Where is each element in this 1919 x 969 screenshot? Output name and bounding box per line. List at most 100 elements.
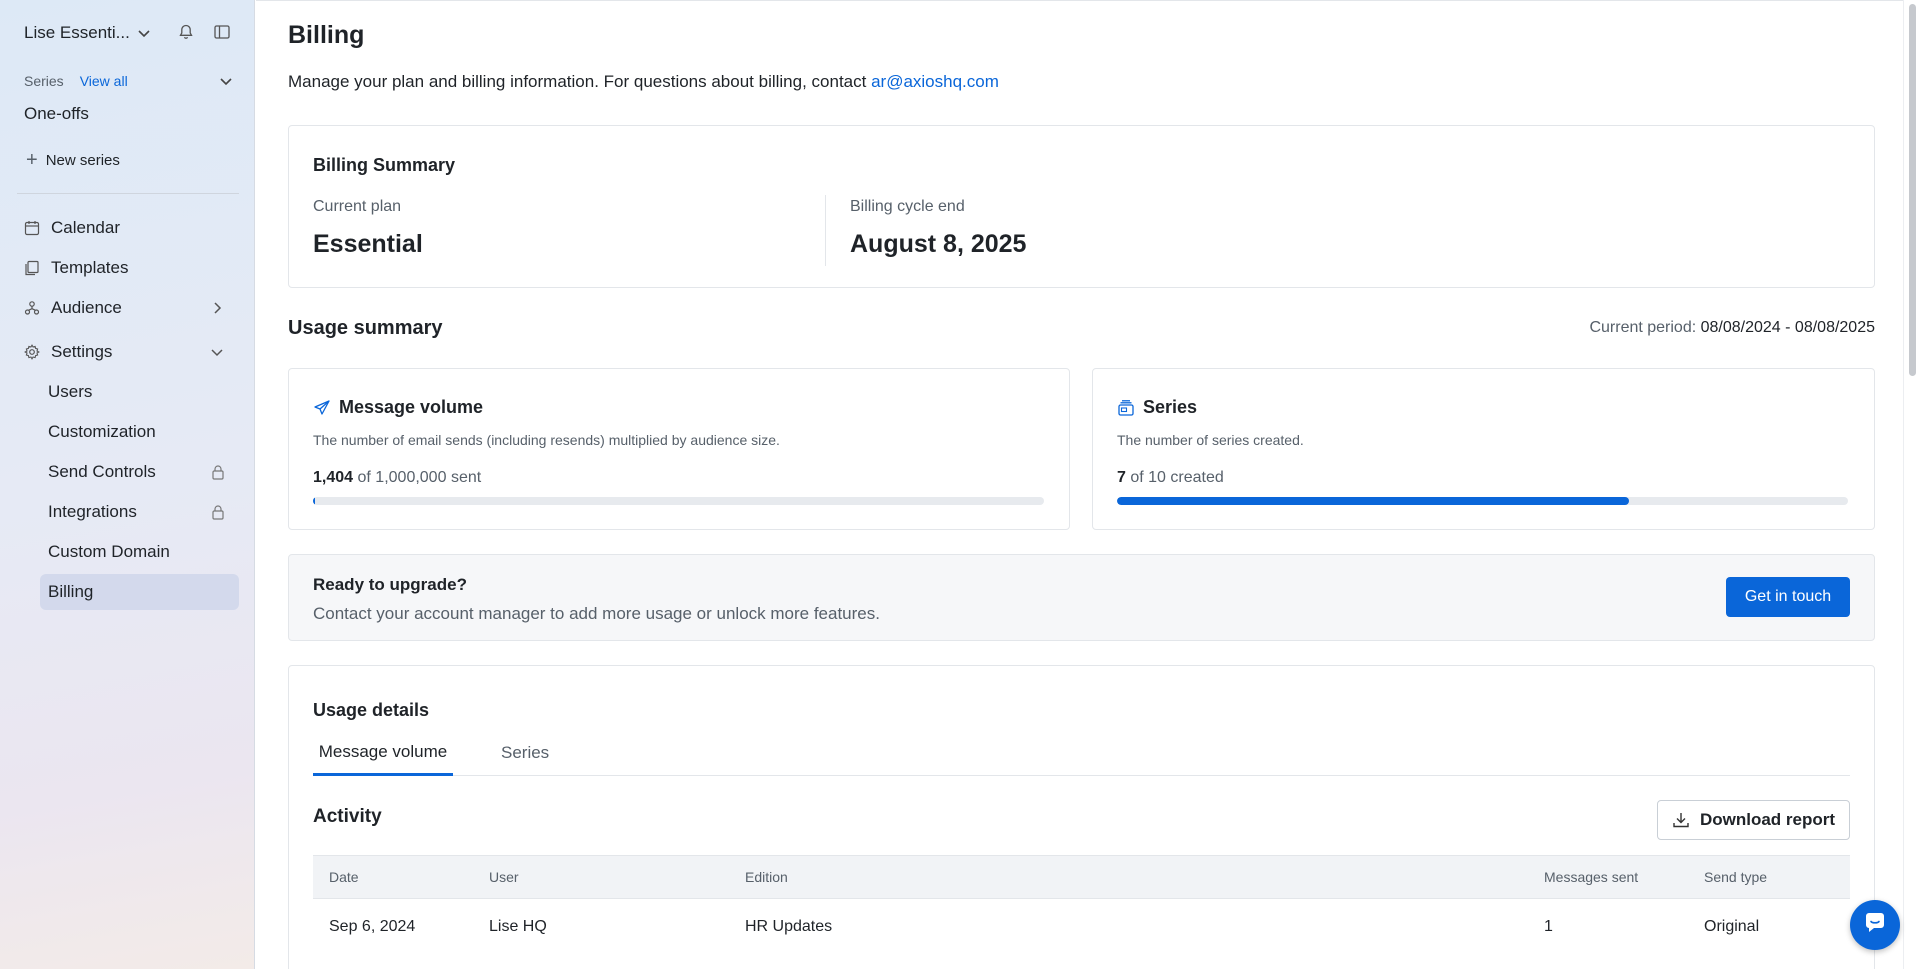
message-volume-of: of (357, 469, 371, 486)
tab-message-volume[interactable]: Message volume (313, 730, 453, 776)
message-volume-count: 1,404 of 1,000,000 sent (313, 469, 481, 487)
page-scrollbar[interactable] (1903, 0, 1919, 969)
sidebar-item-integrations[interactable]: Integrations (40, 494, 239, 530)
download-report-button[interactable]: Download report (1657, 800, 1850, 840)
one-offs-item[interactable]: One-offs (24, 104, 89, 124)
upgrade-banner: Ready to upgrade? Contact your account m… (288, 554, 1875, 641)
scrollbar-thumb[interactable] (1909, 4, 1916, 376)
new-series-button[interactable]: + New series (26, 150, 120, 170)
chevron-down-icon (209, 344, 225, 365)
tab-label: Series (501, 743, 550, 762)
usage-details-tabs: Message volume Series (313, 730, 1850, 776)
download-report-label: Download report (1699, 810, 1836, 829)
tab-label: Message volume (318, 741, 448, 761)
series-card: Series The number of series created. 7 o… (1092, 368, 1875, 530)
cell-edition: HR Updates (745, 918, 833, 935)
series-count: 7 of 10 created (1117, 469, 1224, 487)
panel-toggle-icon[interactable] (213, 23, 231, 46)
billing-summary-title: Billing Summary (313, 155, 456, 175)
help-chat-button[interactable] (1850, 900, 1900, 950)
cell-user: Lise HQ (489, 918, 547, 935)
series-label: Series (24, 73, 64, 89)
message-volume-title: Message volume (339, 397, 484, 417)
column-header-send-type[interactable]: Send type (1704, 869, 1767, 885)
plus-icon: + (26, 149, 38, 171)
billing-cycle-end-value: August 8, 2025 (850, 230, 1027, 258)
sidebar-item-calendar[interactable]: Calendar (17, 211, 239, 245)
audience-icon (23, 299, 41, 317)
message-volume-suffix: sent (450, 469, 482, 486)
series-progress (1117, 497, 1848, 505)
page-subtitle-text: Manage your plan and billing information… (288, 72, 872, 91)
usage-summary-title: Usage summary (288, 317, 443, 339)
message-volume-description: The number of email sends (including res… (313, 432, 780, 448)
series-description: The number of series created. (1117, 432, 1304, 448)
view-all-link[interactable]: View all (80, 73, 128, 89)
main-content: Billing Manage your plan and billing inf… (256, 0, 1903, 969)
sidebar-item-users[interactable]: Users (40, 374, 239, 410)
current-period: Current period: 08/08/2024 - 08/08/2025 (1589, 319, 1875, 337)
workspace-name: Lise Essenti... (24, 23, 130, 42)
table-row[interactable]: Sep 6, 2024 Lise HQ HR Updates 1 Origina… (313, 899, 1850, 955)
gear-icon (23, 343, 41, 361)
message-volume-header: Message volume (313, 397, 483, 418)
contact-email-link[interactable]: ar@axioshq.com (871, 72, 999, 91)
column-header-messages-sent[interactable]: Messages sent (1544, 869, 1638, 885)
message-volume-limit: 1,000,000 (375, 469, 447, 486)
sidebar-item-settings[interactable]: Settings (17, 335, 239, 369)
usage-details-title: Usage details (313, 700, 430, 720)
series-header: Series View all (24, 70, 234, 92)
chevron-down-icon[interactable] (218, 73, 234, 94)
column-header-date[interactable]: Date (329, 869, 359, 885)
workspace-switcher[interactable]: Lise Essenti... (24, 20, 239, 46)
chevron-down-icon[interactable] (136, 25, 152, 46)
paper-plane-icon (313, 399, 331, 417)
message-volume-progress (313, 497, 1044, 505)
sidebar-item-billing[interactable]: Billing (40, 574, 239, 610)
sidebar-item-label: Templates (51, 258, 129, 277)
activity-title: Activity (313, 806, 382, 827)
calendar-icon (23, 219, 41, 237)
series-title: Series (1143, 397, 1198, 417)
page-title: Billing (288, 21, 365, 49)
sidebar-item-label: Send Controls (48, 462, 156, 481)
sidebar-item-label: Billing (48, 582, 94, 601)
billing-cycle-end-label: Billing cycle end (850, 198, 965, 215)
page-subtitle: Manage your plan and billing information… (288, 72, 999, 92)
bell-icon[interactable] (177, 23, 195, 46)
current-period-label: Current period: (1589, 319, 1697, 336)
usage-details-card: Usage details Message volume Series Acti… (288, 665, 1875, 969)
sidebar-divider (17, 193, 239, 194)
series-of: of (1130, 469, 1144, 486)
sidebar-item-label: Audience (51, 298, 122, 317)
series-used: 7 (1117, 469, 1126, 486)
cell-send-type: Original (1704, 918, 1760, 935)
sidebar-item-audience[interactable]: Audience (17, 291, 239, 325)
sidebar-item-label: Customization (48, 422, 156, 441)
tab-series[interactable]: Series (501, 730, 549, 776)
templates-icon (23, 259, 41, 277)
series-limit: 10 (1148, 469, 1166, 486)
sidebar-item-customization[interactable]: Customization (40, 414, 239, 450)
current-plan-label: Current plan (313, 198, 402, 215)
series-header: Series (1117, 397, 1197, 418)
column-header-edition[interactable]: Edition (745, 869, 788, 885)
current-plan-value: Essential (313, 230, 423, 258)
get-in-touch-button[interactable]: Get in touch (1726, 577, 1850, 617)
series-stack-icon (1117, 399, 1135, 417)
message-volume-used: 1,404 (313, 469, 354, 486)
chat-icon (1862, 910, 1888, 941)
message-volume-progress-fill (313, 497, 316, 505)
chevron-right-icon (209, 300, 225, 321)
sidebar-item-custom-domain[interactable]: Custom Domain (40, 534, 239, 570)
cell-date: Sep 6, 2024 (329, 918, 416, 935)
series-suffix: created (1170, 469, 1224, 486)
billing-summary-divider (825, 195, 826, 266)
upgrade-description: Contact your account manager to add more… (313, 604, 880, 623)
sidebar-item-templates[interactable]: Templates (17, 251, 239, 285)
column-header-user[interactable]: User (489, 869, 519, 885)
lock-icon (211, 504, 225, 525)
sidebar-item-send-controls[interactable]: Send Controls (40, 454, 239, 490)
download-icon (1672, 811, 1690, 829)
sidebar-item-label: Custom Domain (48, 542, 170, 561)
